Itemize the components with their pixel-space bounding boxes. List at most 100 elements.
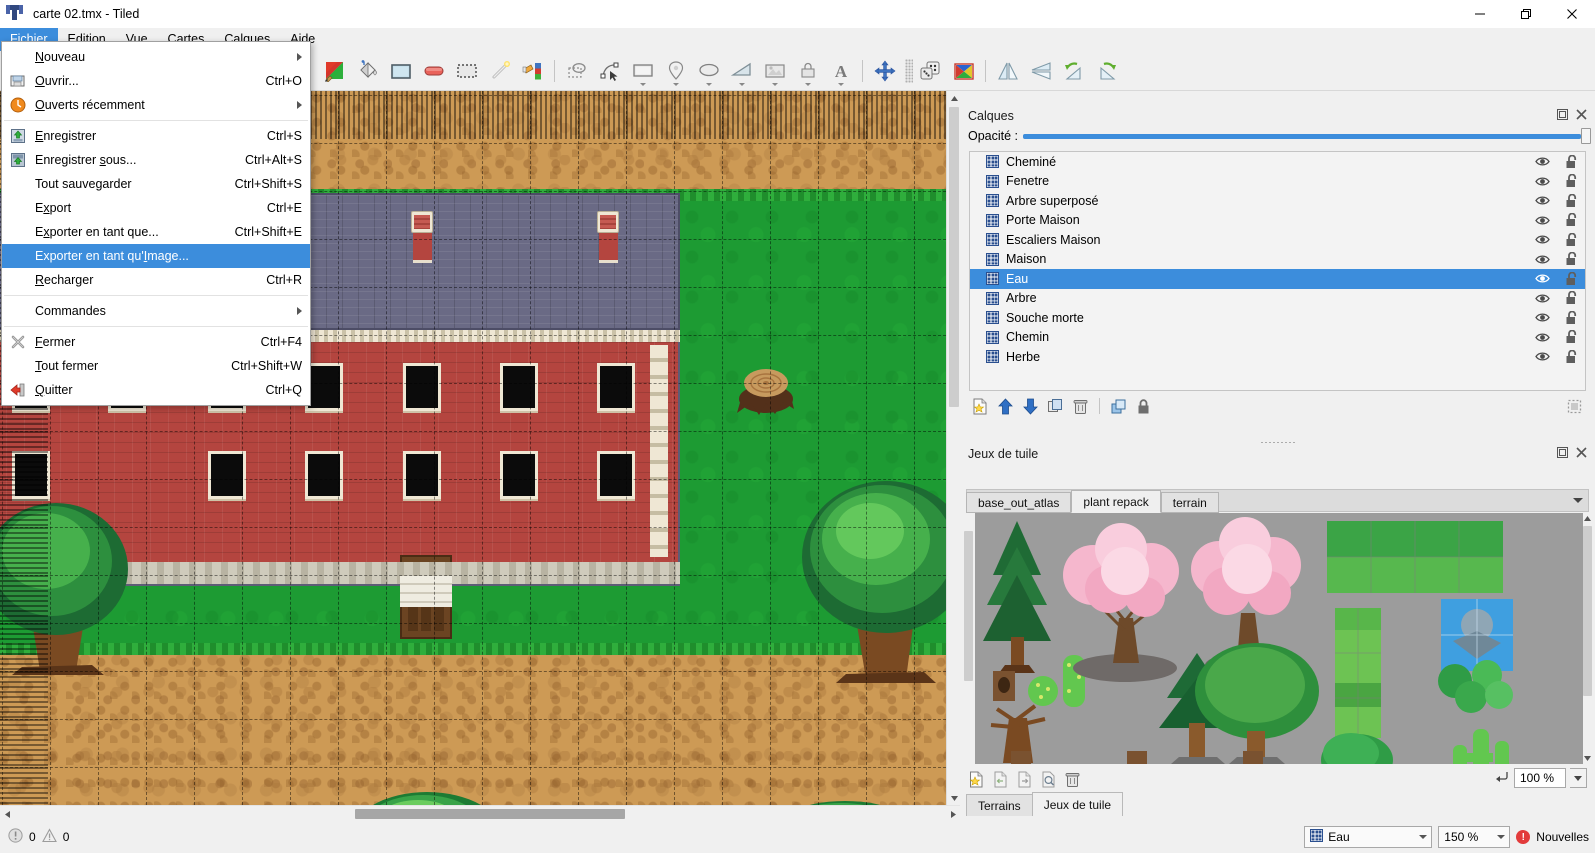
close-icon[interactable] [1549,0,1595,28]
menu-item-enregistrer-sous[interactable]: Enregistrer sous... Ctrl+Alt+S [2,148,310,172]
select-object-icon[interactable] [560,54,593,88]
rectangular-select-icon[interactable] [450,54,483,88]
map-hscroll-thumb[interactable] [355,809,625,819]
tab-jeux-de-tuile[interactable]: Jeux de tuile [1031,792,1124,816]
layer-visibility-toggle[interactable] [1525,332,1559,343]
delete-layer-icon[interactable] [1070,396,1091,417]
remove-tileset-icon[interactable] [1062,769,1083,790]
menu-item-nouveau[interactable]: Nouveau [2,45,310,69]
maximize-icon[interactable] [1503,0,1549,28]
layer-visibility-toggle[interactable] [1525,312,1559,323]
map-vertical-scrollbar[interactable] [946,91,960,805]
layer-lock-toggle[interactable] [1559,349,1585,364]
embed-tileset-icon[interactable] [990,769,1011,790]
insert-tile-icon[interactable] [758,54,791,88]
flip-vertical-icon[interactable] [1024,54,1057,88]
layer-lock-toggle[interactable] [1559,252,1585,266]
eraser-icon[interactable] [417,54,450,88]
insert-template-icon[interactable] [791,54,824,88]
layer-visibility-toggle[interactable] [1525,273,1559,284]
scroll-up-arrow-icon[interactable] [947,91,961,105]
map-zoom-combo[interactable]: 150 % [1438,826,1511,848]
stamp-brush-icon[interactable] [318,54,351,88]
tileset-vscroll-thumb[interactable] [1583,526,1592,696]
edit-polygon-icon[interactable] [593,54,626,88]
insert-point-icon[interactable] [659,54,692,88]
flip-horizontal-icon[interactable] [991,54,1024,88]
insert-polygon-icon[interactable] [725,54,758,88]
tab-base-out-atlas[interactable]: base_out_atlas [966,492,1072,513]
chevron-down-icon[interactable] [804,82,811,86]
layer-visibility-toggle[interactable] [1525,215,1559,226]
insert-text-icon[interactable]: A [824,54,857,88]
menu-item-fermer[interactable]: Fermer Ctrl+F4 [2,330,310,354]
layer-visibility-toggle[interactable] [1525,351,1559,362]
layer-lock-toggle[interactable] [1559,193,1585,208]
rotate-right-icon[interactable] [1090,54,1123,88]
menu-item-export[interactable]: Export Ctrl+E [2,196,310,220]
tab-terrains[interactable]: Terrains [966,794,1033,816]
menu-item-quitter[interactable]: Quitter Ctrl+Q [2,378,310,402]
rectangle-fill-icon[interactable] [384,54,417,88]
toolbar-grip[interactable] [905,58,913,83]
chevron-down-icon[interactable] [738,82,745,86]
layer-visibility-toggle[interactable] [1525,234,1559,245]
layer-lock-toggle[interactable] [1559,310,1585,325]
edit-tileset-icon[interactable] [1038,769,1059,790]
layer-lock-toggle[interactable] [1559,213,1585,227]
chevron-down-icon[interactable] [771,82,778,86]
menu-item-enregistrer[interactable]: Enregistrer Ctrl+S [2,124,310,148]
chevron-down-icon[interactable] [1570,768,1587,788]
chevron-down-icon[interactable] [705,82,712,86]
menu-item-ouvrir[interactable]: Ouvrir... Ctrl+O [2,69,310,93]
scroll-left-arrow-icon[interactable] [0,806,14,822]
opacity-slider[interactable] [1023,128,1591,144]
menu-item-recharger[interactable]: Recharger Ctrl+R [2,268,310,292]
chevron-down-icon[interactable] [639,82,646,86]
layer-row-fenetre[interactable]: Fenetre [970,172,1585,192]
tab-plant-repack[interactable]: plant repack [1071,490,1161,513]
highlight-layer-icon[interactable] [1564,396,1585,417]
close-icon[interactable] [1576,108,1587,123]
scroll-right-arrow-icon[interactable] [946,806,960,822]
lower-layer-icon[interactable] [1020,396,1041,417]
layer-row-souche-morte[interactable]: Souche morte [970,308,1585,328]
layer-visibility-toggle[interactable] [1525,254,1559,265]
rotate-left-icon[interactable] [1057,54,1090,88]
menu-item-exporter-en-tant-qu-image[interactable]: Exporter en tant qu'Image... [2,244,310,268]
scroll-down-arrow-icon[interactable] [1582,753,1593,764]
menu-item-tout-sauvegarder[interactable]: Tout sauvegarder Ctrl+Shift+S [2,172,310,196]
export-tileset-icon[interactable] [1014,769,1035,790]
layer-row-eau[interactable]: Eau [970,269,1585,289]
minimize-icon[interactable] [1457,0,1503,28]
lock-layer-icon[interactable] [1133,396,1154,417]
scroll-up-arrow-icon[interactable] [1582,513,1593,524]
new-tileset-icon[interactable] [966,769,987,790]
layer-lock-toggle[interactable] [1559,174,1585,188]
layer-properties-icon[interactable] [1108,396,1129,417]
layer-row-arbre-superpos-[interactable]: Arbre superposé [970,191,1585,211]
layer-visibility-toggle[interactable] [1525,195,1559,206]
map-vscroll-thumb[interactable] [949,107,959,407]
raise-layer-icon[interactable] [995,396,1016,417]
insert-rectangle-icon[interactable] [626,54,659,88]
layer-row-maison[interactable]: Maison [970,250,1585,270]
chevron-down-icon[interactable] [1419,835,1428,839]
map-horizontal-scrollbar[interactable] [0,805,960,821]
layer-row-herbe[interactable]: Herbe [970,347,1585,367]
layer-visibility-toggle[interactable] [1525,156,1559,167]
close-icon[interactable] [1576,446,1587,461]
chevron-down-icon[interactable] [1497,835,1506,839]
chevron-down-icon[interactable] [1573,498,1583,503]
layer-lock-toggle[interactable] [1559,232,1585,247]
layer-row-porte-maison[interactable]: Porte Maison [970,211,1585,231]
layer-visibility-toggle[interactable] [1525,293,1559,304]
reset-zoom-icon[interactable] [1495,769,1510,787]
current-layer-combo[interactable]: Eau [1304,826,1433,848]
menu-item-tout-fermer[interactable]: Tout fermer Ctrl+Shift+W [2,354,310,378]
float-icon[interactable] [1557,108,1568,123]
chevron-down-icon[interactable] [837,82,844,86]
layer-visibility-toggle[interactable] [1525,176,1559,187]
layer-row-arbre[interactable]: Arbre [970,289,1585,309]
select-same-tile-icon[interactable] [516,54,549,88]
